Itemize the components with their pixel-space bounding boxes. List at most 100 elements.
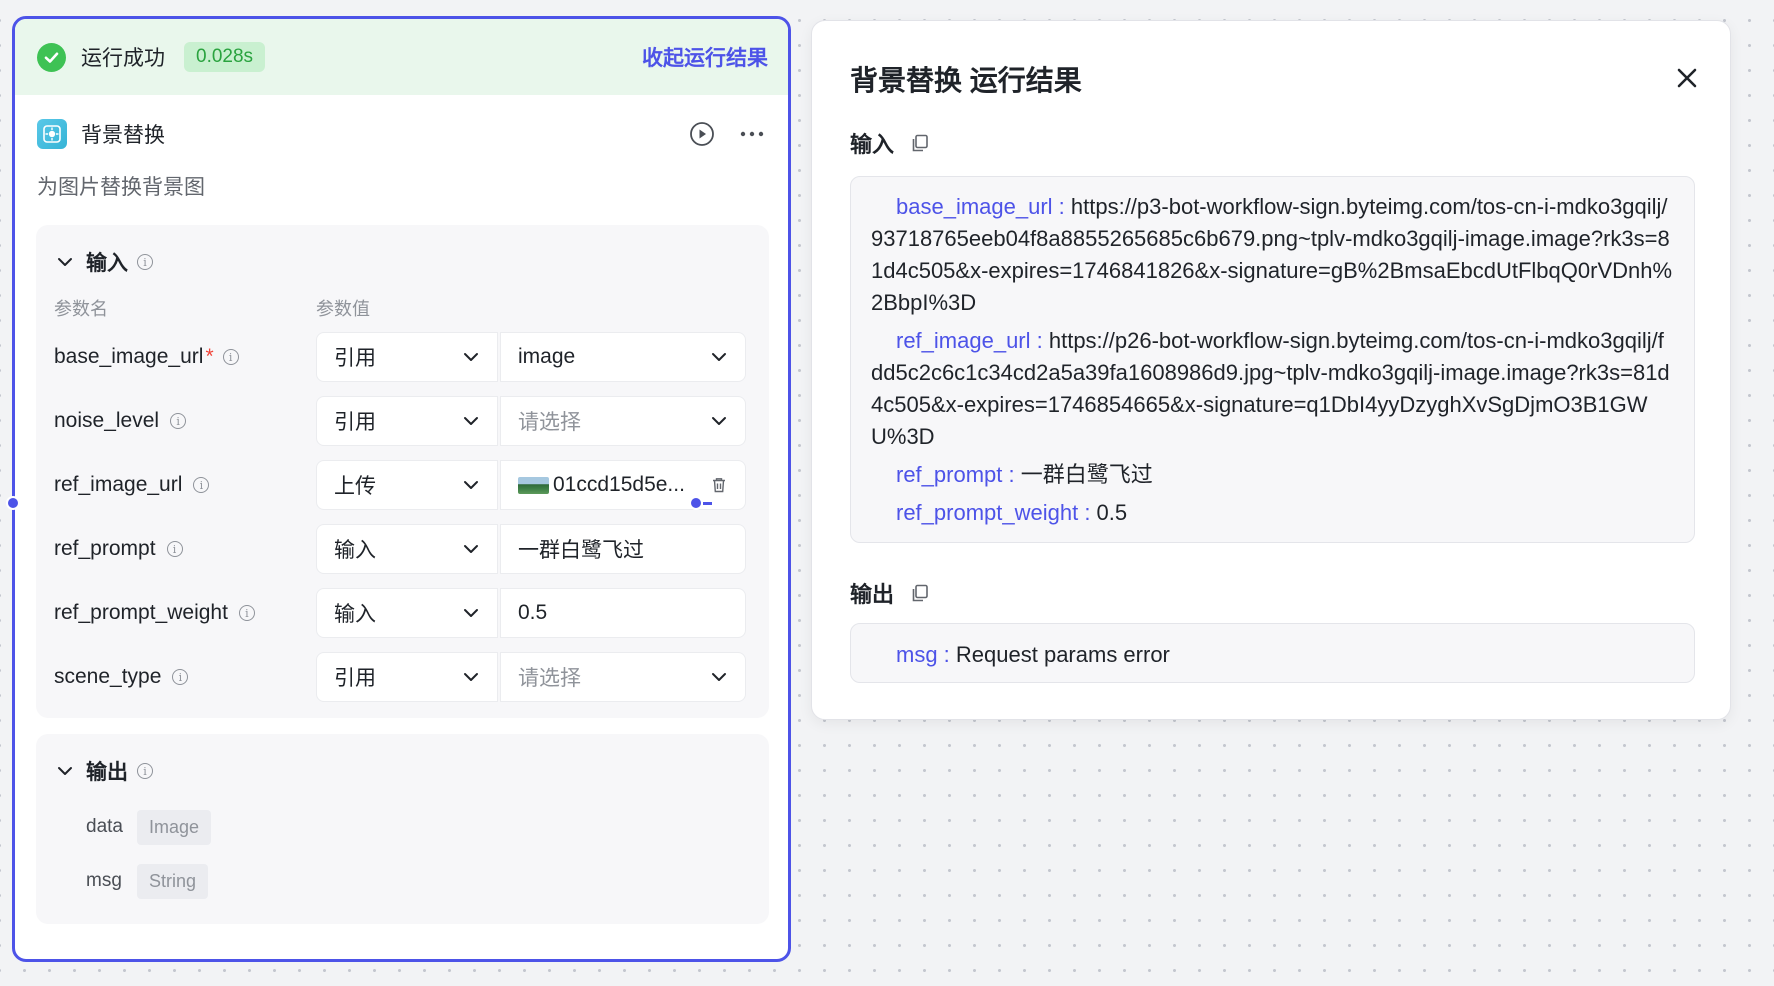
param-row: noise_level i 引用 请选择 bbox=[36, 389, 769, 453]
chevron-down-icon[interactable] bbox=[56, 762, 74, 780]
chevron-down-icon bbox=[464, 353, 478, 361]
result-value: Request params error bbox=[955, 642, 1170, 667]
param-source-select[interactable]: 输入 bbox=[316, 588, 498, 638]
result-kv-row: ref_prompt_weight : 0.5 bbox=[871, 497, 1674, 529]
param-name-text: noise_level bbox=[54, 409, 160, 432]
param-name: scene_type i bbox=[54, 665, 316, 689]
trash-icon[interactable] bbox=[710, 476, 728, 494]
param-row: scene_type i 引用 请选择 bbox=[36, 645, 769, 709]
param-source-text: 输入 bbox=[334, 603, 376, 626]
output-field-name: data bbox=[86, 816, 123, 837]
chevron-down-icon bbox=[712, 417, 726, 425]
chevron-down-icon bbox=[464, 673, 478, 681]
param-value-text: 请选择 bbox=[518, 667, 581, 690]
copy-icon[interactable] bbox=[910, 133, 930, 153]
collapse-results-link[interactable]: 收起运行结果 bbox=[642, 42, 768, 72]
result-key: ref_image_url : bbox=[896, 328, 1049, 353]
result-kv-row: msg : Request params error bbox=[871, 639, 1674, 671]
info-icon[interactable]: i bbox=[222, 349, 239, 365]
result-value: 0.5 bbox=[1096, 500, 1128, 525]
result-panel-title: 背景替换 运行结果 bbox=[850, 65, 1082, 96]
result-key: base_image_url : bbox=[896, 194, 1071, 219]
output-field-name: msg bbox=[86, 870, 122, 891]
param-value-field[interactable]: 请选择 bbox=[500, 396, 746, 446]
result-output-label: 输出 bbox=[850, 577, 930, 609]
info-icon[interactable]: i bbox=[166, 541, 183, 557]
param-name-text: ref_prompt bbox=[54, 537, 156, 560]
column-header-value: 参数值 bbox=[316, 299, 370, 319]
param-source-select[interactable]: 输入 bbox=[316, 524, 498, 574]
run-node-button[interactable] bbox=[688, 120, 716, 148]
param-row: base_image_url * i 引用 image bbox=[36, 325, 769, 389]
connection-line bbox=[703, 502, 712, 505]
more-dots-icon bbox=[740, 131, 764, 137]
chevron-down-icon bbox=[464, 417, 478, 425]
param-value-text: 0.5 bbox=[518, 601, 548, 624]
chevron-down-icon bbox=[464, 481, 478, 489]
param-row: ref_image_url i 上传 01ccd15d5e... bbox=[36, 453, 769, 517]
info-icon[interactable]: i bbox=[238, 605, 255, 621]
param-value-field[interactable]: 请选择 bbox=[500, 652, 746, 702]
run-status-bar: 运行成功 0.028s 收起运行结果 bbox=[15, 19, 788, 95]
info-icon[interactable]: i bbox=[137, 763, 153, 779]
param-name-text: base_image_url bbox=[54, 345, 204, 368]
more-options-button[interactable] bbox=[738, 120, 766, 148]
param-value-field[interactable]: image bbox=[500, 332, 746, 382]
check-circle-icon bbox=[37, 42, 66, 72]
outputs-title: 输出 bbox=[86, 761, 128, 784]
copy-icon[interactable] bbox=[910, 583, 930, 603]
param-column-headers: 参数名 参数值 bbox=[36, 291, 769, 325]
param-name: ref_image_url i bbox=[54, 473, 316, 497]
input-port-handle[interactable] bbox=[6, 496, 20, 510]
run-duration-badge: 0.028s bbox=[184, 42, 266, 72]
param-name-text: scene_type bbox=[54, 665, 162, 688]
result-kv-row: ref_prompt : 一群白鹭飞过 bbox=[871, 459, 1674, 491]
output-type-tag: String bbox=[137, 863, 209, 899]
result-input-label-text: 输入 bbox=[850, 132, 895, 157]
info-icon[interactable]: i bbox=[193, 477, 210, 493]
inputs-title: 输入 bbox=[86, 252, 128, 275]
workflow-node[interactable]: 运行成功 0.028s 收起运行结果 背景替换 为图片替换背景图 输入 i 参数… bbox=[12, 16, 791, 962]
param-name: ref_prompt i bbox=[54, 537, 316, 561]
chevron-down-icon bbox=[712, 353, 726, 361]
info-icon[interactable]: i bbox=[172, 669, 189, 685]
node-header: 背景替换 bbox=[15, 95, 788, 173]
param-name: ref_prompt_weight i bbox=[54, 601, 316, 625]
param-source-text: 引用 bbox=[334, 347, 376, 370]
chevron-down-icon bbox=[464, 545, 478, 553]
inputs-section: 输入 i 参数名 参数值 base_image_url * i 引用 image nois… bbox=[36, 225, 769, 718]
chevron-down-icon bbox=[464, 609, 478, 617]
node-description: 为图片替换背景图 bbox=[37, 176, 205, 199]
output-field-row: data Image bbox=[36, 800, 769, 854]
param-row: ref_prompt_weight i 输入 0.5 bbox=[36, 581, 769, 645]
result-kv-row: ref_image_url : https://p26-bot-workflow… bbox=[871, 325, 1674, 453]
info-icon[interactable]: i bbox=[170, 413, 187, 429]
result-kv-row: base_image_url : https://p3-bot-workflow… bbox=[871, 191, 1674, 319]
param-value-text: 请选择 bbox=[518, 411, 581, 434]
param-name-text: ref_image_url bbox=[54, 473, 183, 496]
param-name-text: ref_prompt_weight bbox=[54, 601, 228, 624]
param-source-select[interactable]: 引用 bbox=[316, 652, 498, 702]
info-icon[interactable]: i bbox=[137, 254, 153, 270]
output-field-row: msg String bbox=[36, 854, 769, 908]
output-port-handle[interactable] bbox=[689, 496, 703, 510]
param-value-text: 01ccd15d5e... bbox=[553, 473, 685, 496]
column-header-name: 参数名 bbox=[54, 299, 108, 319]
result-key: ref_prompt : bbox=[896, 462, 1021, 487]
param-source-select[interactable]: 引用 bbox=[316, 332, 498, 382]
result-output-label-text: 输出 bbox=[850, 582, 895, 607]
param-source-select[interactable]: 引用 bbox=[316, 396, 498, 446]
param-row: ref_prompt i 输入 一群白鹭飞过 bbox=[36, 517, 769, 581]
param-source-text: 输入 bbox=[334, 539, 376, 562]
param-value-field[interactable]: 一群白鹭飞过 bbox=[500, 524, 746, 574]
param-source-select[interactable]: 上传 bbox=[316, 460, 498, 510]
result-key: ref_prompt_weight : bbox=[896, 500, 1097, 525]
param-value-field[interactable]: 0.5 bbox=[500, 588, 746, 638]
param-source-text: 引用 bbox=[334, 411, 376, 434]
param-value-text: 一群白鹭飞过 bbox=[518, 539, 644, 562]
close-icon[interactable] bbox=[1674, 65, 1700, 91]
run-status-text: 运行成功 bbox=[81, 47, 165, 70]
image-edit-icon bbox=[37, 119, 67, 149]
image-thumbnail bbox=[518, 476, 549, 494]
chevron-down-icon[interactable] bbox=[56, 253, 74, 271]
